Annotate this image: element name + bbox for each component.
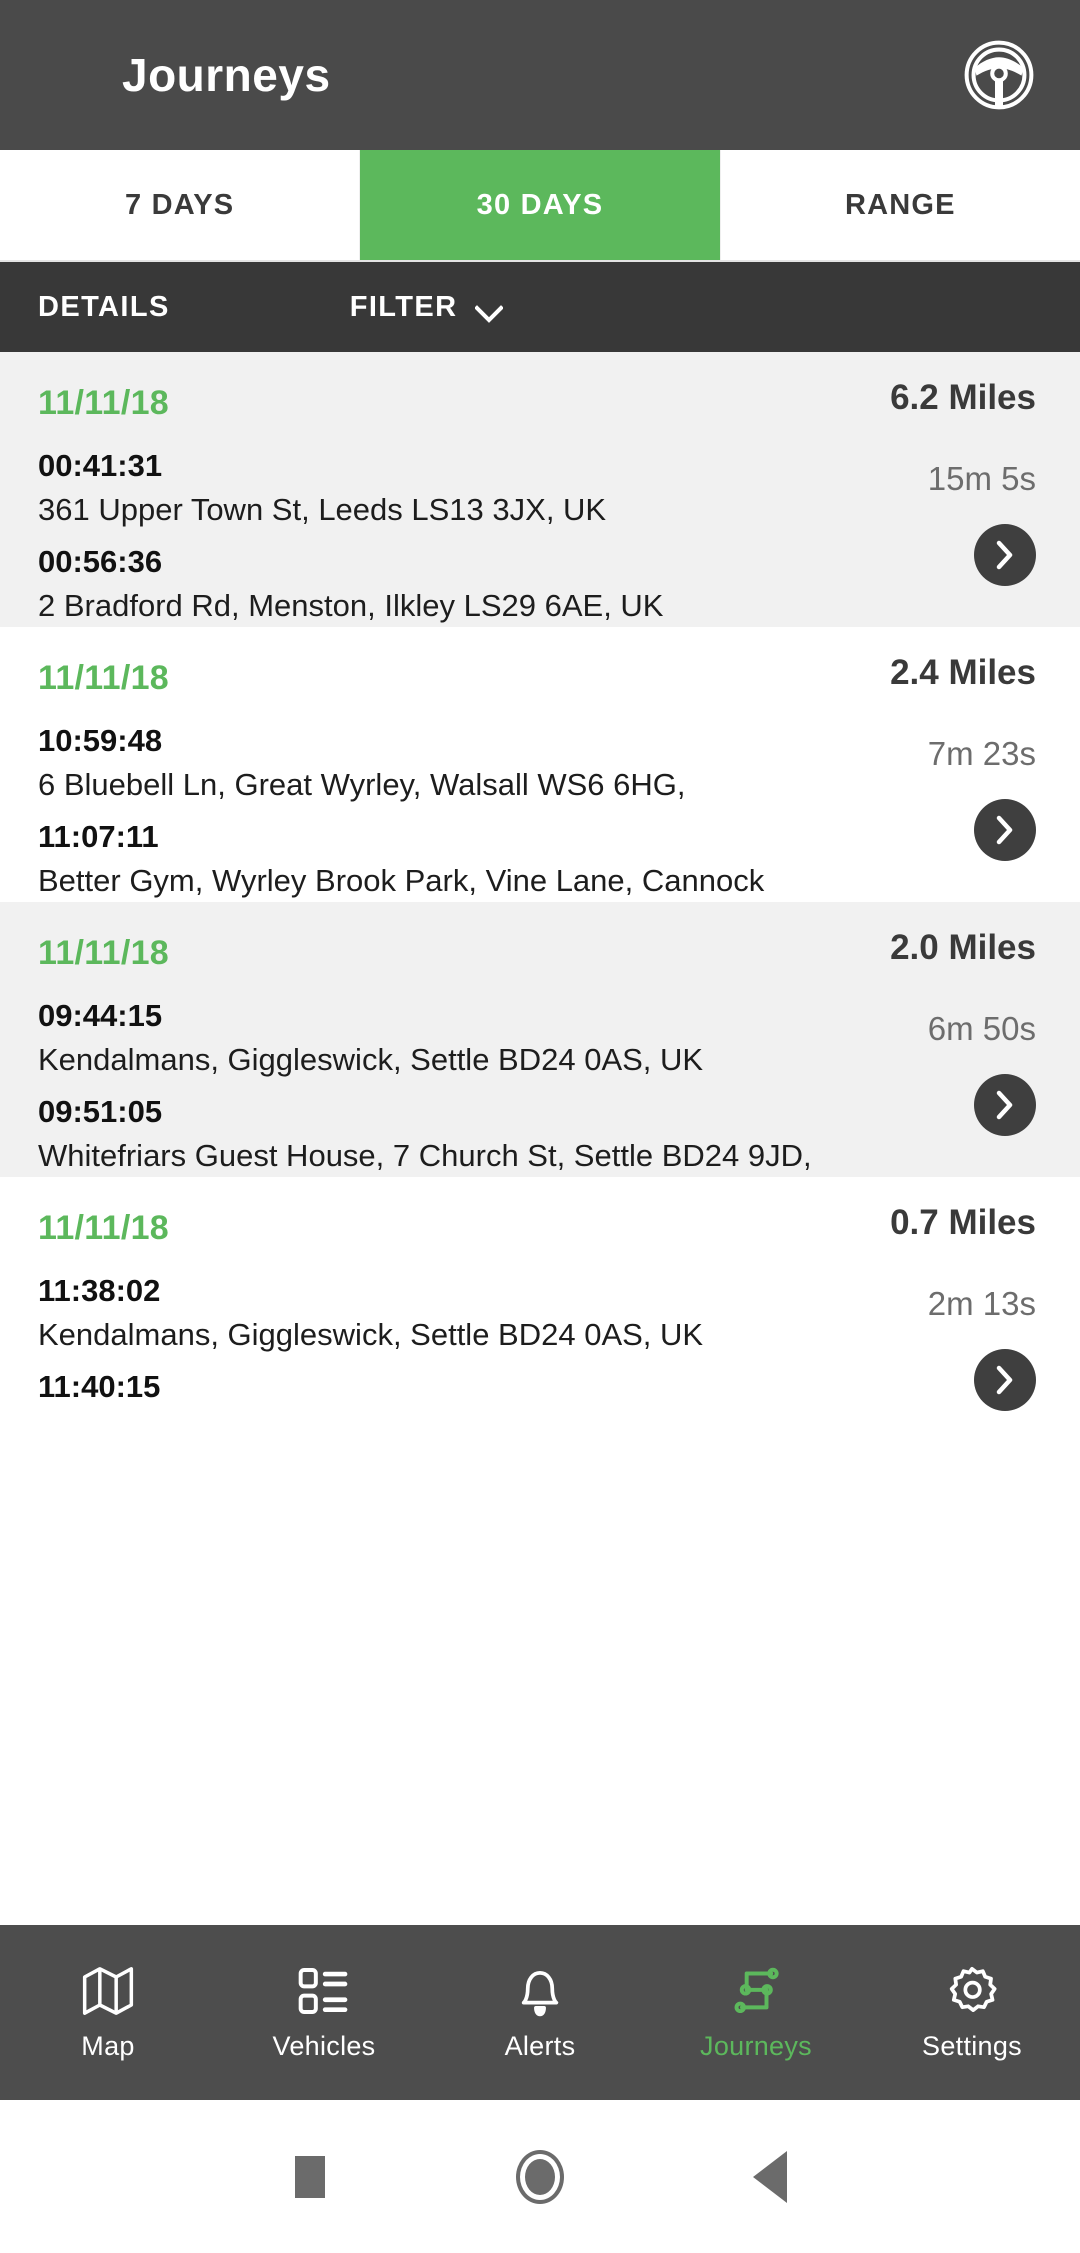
filter-dropdown[interactable]: FILTER	[349, 290, 505, 324]
journey-detail-chevron-icon[interactable]	[974, 799, 1036, 861]
journey-duration: 15m 5s	[927, 460, 1036, 497]
filter-bar: DETAILS FILTER	[0, 262, 1080, 352]
journey-distance: 0.7 Miles	[890, 1203, 1036, 1242]
tab-range-label: RANGE	[844, 188, 956, 221]
journey-detail-chevron-icon[interactable]	[974, 524, 1036, 586]
map-icon	[80, 1963, 136, 2019]
journey-date: 11/11/18	[38, 659, 169, 697]
journey-detail-chevron-icon[interactable]	[974, 1349, 1036, 1411]
journey-start-time: 11:38:02	[38, 1273, 161, 1308]
app-bar: Journeys	[0, 0, 1080, 150]
journey-start-address: 361 Upper Town St, Leeds LS13 3JX, UK	[38, 492, 607, 527]
details-button[interactable]: DETAILS	[38, 291, 170, 324]
journey-duration: 7m 23s	[927, 735, 1036, 772]
journey-start-address: 6 Bluebell Ln, Great Wyrley, Walsall WS6…	[38, 767, 686, 802]
journey-row[interactable]: 11/11/18 2.4 Miles 7m 23s 10:59:48 6 Blu…	[0, 627, 1080, 902]
system-navigation-bar	[0, 2100, 1080, 2253]
journey-detail-chevron-icon[interactable]	[974, 1074, 1036, 1136]
recents-button[interactable]	[195, 2155, 425, 2198]
journey-row[interactable]: 11/11/18 0.7 Miles 2m 13s 11:38:02 Kenda…	[0, 1177, 1080, 1452]
journey-distance: 6.2 Miles	[890, 378, 1036, 417]
journey-duration: 2m 13s	[927, 1285, 1036, 1322]
tab-7-days[interactable]: 7 DAYS	[0, 150, 361, 260]
tab-30-days-label: 30 DAYS	[476, 188, 604, 221]
journey-distance: 2.4 Miles	[890, 653, 1036, 692]
nav-item-journeys[interactable]: Journeys	[648, 1963, 864, 2062]
journey-distance: 2.0 Miles	[890, 928, 1036, 967]
nav-item-alerts[interactable]: Alerts	[432, 1963, 648, 2062]
journey-start-time: 09:44:15	[38, 998, 163, 1033]
journey-end-address: Better Gym, Wyrley Brook Park, Vine Lane…	[38, 863, 765, 898]
home-circle-icon	[516, 2149, 564, 2204]
date-range-tabs: 7 DAYS 30 DAYS RANGE	[0, 150, 1080, 262]
tab-range[interactable]: RANGE	[720, 150, 1080, 260]
gear-icon	[944, 1963, 1000, 2019]
home-button[interactable]	[425, 2149, 655, 2204]
journey-end-time: 09:51:05	[38, 1094, 163, 1129]
journey-start-address: Kendalmans, Giggleswick, Settle BD24 0AS…	[38, 1042, 704, 1077]
back-button[interactable]	[655, 2150, 885, 2203]
journey-end-time: 00:56:36	[38, 544, 163, 579]
details-label: DETAILS	[38, 290, 170, 323]
nav-item-alerts-label: Alerts	[504, 2031, 576, 2061]
journey-start-address: Kendalmans, Giggleswick, Settle BD24 0AS…	[38, 1317, 704, 1352]
nav-item-settings-label: Settings	[922, 2031, 1022, 2061]
tab-30-days[interactable]: 30 DAYS	[360, 150, 721, 260]
journey-row[interactable]: 11/11/18 2.0 Miles 6m 50s 09:44:15 Kenda…	[0, 902, 1080, 1177]
app-root: Journeys 7 DAYS 30 DAYS RANGE DETAILS FI…	[0, 0, 1080, 2253]
steering-wheel-icon[interactable]	[962, 38, 1036, 112]
bell-icon	[512, 1963, 568, 2019]
nav-item-journeys-label: Journeys	[700, 2031, 812, 2061]
journey-end-time: 11:40:15	[38, 1369, 161, 1404]
nav-item-map-label: Map	[81, 2031, 135, 2061]
tab-7-days-label: 7 DAYS	[125, 188, 235, 221]
nav-item-settings[interactable]: Settings	[864, 1963, 1080, 2062]
journey-end-address: 2 Bradford Rd, Menston, Ilkley LS29 6AE,…	[38, 588, 664, 623]
chevron-down-icon	[474, 298, 505, 323]
journey-row[interactable]: 11/11/18 6.2 Miles 15m 5s 00:41:31 361 U…	[0, 352, 1080, 627]
journey-end-time: 11:07:11	[38, 819, 159, 854]
route-icon	[728, 1963, 784, 2019]
journey-date: 11/11/18	[38, 384, 169, 422]
filter-label: FILTER	[349, 290, 458, 323]
journey-start-time: 00:41:31	[38, 448, 163, 483]
journey-start-time: 10:59:48	[38, 723, 163, 758]
list-icon	[296, 1963, 352, 2019]
bottom-navigation: Map Vehicles Alerts Journeys Settings	[0, 1925, 1080, 2100]
nav-item-map[interactable]: Map	[0, 1963, 216, 2062]
nav-item-vehicles[interactable]: Vehicles	[216, 1963, 432, 2062]
page-title: Journeys	[122, 49, 331, 101]
journey-duration: 6m 50s	[927, 1010, 1036, 1047]
nav-item-vehicles-label: Vehicles	[272, 2031, 376, 2061]
journey-date: 11/11/18	[38, 1209, 169, 1247]
journey-end-address: Whitefriars Guest House, 7 Church St, Se…	[38, 1138, 812, 1173]
journey-date: 11/11/18	[38, 934, 169, 972]
recents-square-icon	[295, 2155, 325, 2198]
back-triangle-icon	[753, 2150, 787, 2203]
